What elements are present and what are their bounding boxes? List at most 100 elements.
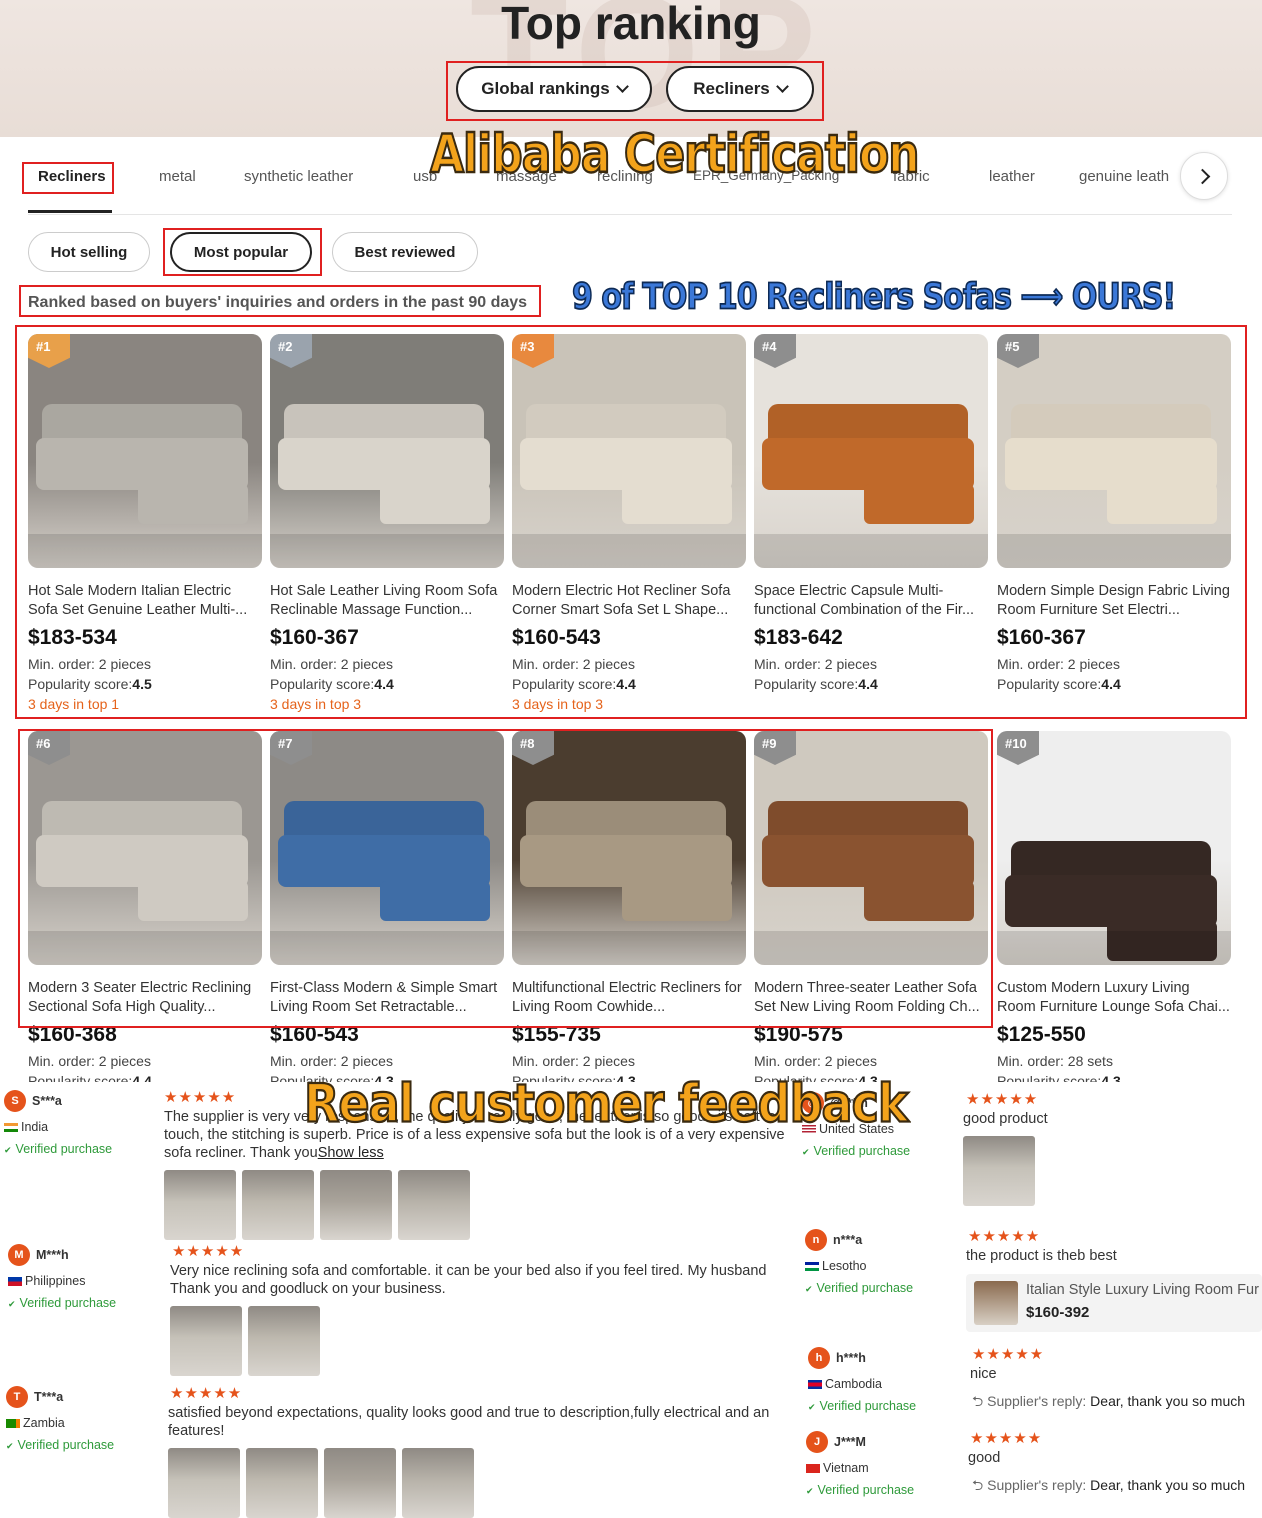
product-card[interactable]: #9 Modern Three-seater Leather Sofa Set … [754, 731, 988, 1089]
popularity-label: Popularity score: [754, 676, 859, 692]
min-order: Min. order: 2 pieces [270, 1053, 393, 1069]
country-flag-icon [6, 1419, 20, 1429]
product-image[interactable]: #6 [28, 731, 262, 965]
product-card[interactable]: #5 Modern Simple Design Fabric Living Ro… [997, 334, 1231, 724]
sofa-seat [36, 835, 248, 887]
review-text: nice [970, 1366, 997, 1382]
reviewer-name: S***a [32, 1094, 62, 1108]
review-text: Very nice reclining sofa and comfortable… [170, 1262, 790, 1298]
sofa-seat [762, 438, 974, 490]
popularity-score: Popularity score:4.4 [997, 676, 1121, 692]
product-card[interactable]: #8 Multifunctional Electric Recliners fo… [512, 731, 746, 1089]
review-photo[interactable] [248, 1306, 320, 1376]
global-rankings-dropdown[interactable]: Global rankings [456, 66, 652, 112]
product-title[interactable]: Hot Sale Modern Italian Electric Sofa Se… [28, 582, 262, 620]
avatar: n [805, 1229, 827, 1251]
review-photo[interactable] [242, 1170, 314, 1240]
product-title[interactable]: Modern Three-seater Leather Sofa Set New… [754, 979, 988, 1017]
product-image[interactable]: #2 [270, 334, 504, 568]
sofa-seat [520, 835, 732, 887]
days-in-top: 3 days in top 3 [512, 696, 604, 712]
review-photo[interactable] [170, 1306, 242, 1376]
review-photo[interactable] [168, 1448, 240, 1518]
avatar: S [4, 1090, 26, 1112]
days-in-top: 3 days in top 3 [270, 696, 362, 712]
tab-leather[interactable]: leather [989, 168, 1035, 185]
product-card[interactable]: #7 First-Class Modern & Simple Smart Liv… [270, 731, 504, 1089]
sofa-chaise [138, 484, 248, 524]
floor-rug [754, 534, 988, 568]
product-card[interactable]: #10 Custom Modern Luxury Living Room Fur… [997, 731, 1231, 1089]
floor-rug [512, 931, 746, 965]
filter-most-popular[interactable]: Most popular [170, 232, 312, 272]
review-photo[interactable] [398, 1170, 470, 1240]
product-title[interactable]: Hot Sale Leather Living Room Sofa Reclin… [270, 582, 504, 620]
popularity-score: Popularity score:4.4 [754, 676, 878, 692]
linked-product-chip[interactable]: Italian Style Luxury Living Room Fur $16… [966, 1274, 1262, 1332]
product-card[interactable]: #3 Modern Electric Hot Recliner Sofa Cor… [512, 334, 746, 724]
review-photo[interactable] [963, 1136, 1035, 1206]
supplier-reply: ⮌ Supplier's reply: Dear, thank you so m… [972, 1391, 1245, 1415]
product-image[interactable]: #7 [270, 731, 504, 965]
product-title[interactable]: Multifunctional Electric Recliners for L… [512, 979, 746, 1017]
country-flag-icon [805, 1262, 819, 1272]
floor-rug [270, 931, 504, 965]
chip-product-title: Italian Style Luxury Living Room Fur [1026, 1282, 1259, 1298]
review-photo[interactable] [164, 1170, 236, 1240]
product-price: $160-543 [270, 1023, 359, 1046]
product-card[interactable]: #4 Space Electric Capsule Multi-function… [754, 334, 988, 724]
product-card[interactable]: #2 Hot Sale Leather Living Room Sofa Rec… [270, 334, 504, 724]
show-less-link[interactable]: Show less [318, 1145, 384, 1161]
product-title[interactable]: Space Electric Capsule Multi-functional … [754, 582, 988, 620]
reviewer-country: Philippines [25, 1274, 86, 1288]
sofa-chaise [622, 484, 732, 524]
review-photo[interactable] [324, 1448, 396, 1518]
tab-synthetic-leather[interactable]: synthetic leather [244, 168, 353, 185]
product-image[interactable]: #1 [28, 334, 262, 568]
floor-rug [754, 931, 988, 965]
reviewer-country: Lesotho [822, 1259, 867, 1273]
product-card[interactable]: #1 Hot Sale Modern Italian Electric Sofa… [28, 334, 262, 724]
reviewer-name: h***h [836, 1351, 866, 1365]
product-card[interactable]: #6 Modern 3 Seater Electric Reclining Se… [28, 731, 262, 1089]
filter-hot-selling[interactable]: Hot selling [28, 232, 150, 272]
tabs-divider [28, 214, 1232, 215]
product-image[interactable]: #4 [754, 334, 988, 568]
review-photo[interactable] [402, 1448, 474, 1518]
tab-recliners[interactable]: Recliners [38, 168, 106, 185]
verified-badge: Verified purchase [6, 1438, 156, 1452]
star-rating: ★★★★★ [164, 1089, 237, 1106]
product-title[interactable]: Custom Modern Luxury Living Room Furnitu… [997, 979, 1231, 1017]
product-title[interactable]: Modern 3 Seater Electric Reclining Secti… [28, 979, 262, 1017]
tab-genuine-leather[interactable]: genuine leath [1079, 168, 1175, 185]
category-dropdown[interactable]: Recliners [666, 66, 814, 112]
floor-rug [28, 931, 262, 965]
review-body: satisfied beyond expectations, quality l… [168, 1405, 770, 1439]
tab-metal[interactable]: metal [159, 168, 196, 185]
review-photo[interactable] [246, 1448, 318, 1518]
sofa-chaise [864, 484, 974, 524]
sofa-seat [36, 438, 248, 490]
product-image[interactable]: #3 [512, 334, 746, 568]
product-title[interactable]: Modern Simple Design Fabric Living Room … [997, 582, 1231, 620]
review-photo[interactable] [320, 1170, 392, 1240]
country-flag-icon [808, 1380, 822, 1390]
product-price: $183-642 [754, 626, 843, 649]
product-image[interactable]: #9 [754, 731, 988, 965]
reply-icon: ⮌ [972, 1477, 988, 1493]
sofa-chaise [622, 881, 732, 921]
page-title: Top ranking [501, 0, 761, 49]
min-order: Min. order: 2 pieces [512, 1053, 635, 1069]
product-title[interactable]: Modern Electric Hot Recliner Sofa Corner… [512, 582, 746, 620]
reviewer-name: n***a [833, 1233, 863, 1247]
floor-rug [997, 931, 1231, 965]
product-image[interactable]: #5 [997, 334, 1231, 568]
product-image[interactable]: #10 [997, 731, 1231, 965]
avatar: M [8, 1244, 30, 1266]
product-title[interactable]: First-Class Modern & Simple Smart Living… [270, 979, 504, 1017]
product-image[interactable]: #8 [512, 731, 746, 965]
min-order: Min. order: 2 pieces [270, 656, 393, 672]
tabs-next-button[interactable] [1180, 152, 1228, 200]
review-text: good [968, 1450, 1001, 1466]
filter-best-reviewed[interactable]: Best reviewed [332, 232, 478, 272]
